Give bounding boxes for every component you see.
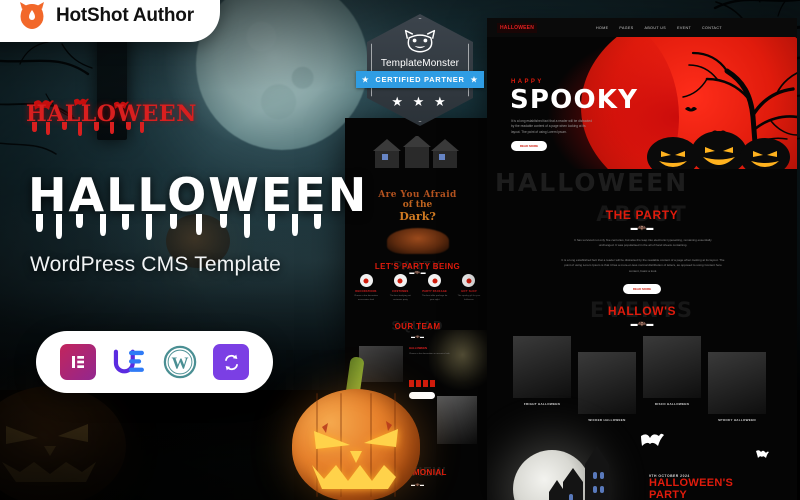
feature-text: The best terrifying set costumes party — [389, 295, 411, 301]
hero-pumpkins-icon — [647, 131, 790, 169]
title-drip-icon — [36, 214, 321, 240]
ribbon-label: CERTIFIED PARTNER — [375, 75, 465, 84]
feature-item[interactable]: COSTUMES The best terrifying set costume… — [385, 274, 415, 302]
event-label: DISCO HALLOWEEN — [654, 402, 690, 406]
event-card[interactable]: SPOOKY HALLOWEEN — [708, 352, 766, 423]
feature-icon — [462, 274, 476, 287]
poster-hands-image — [387, 228, 449, 254]
feature-title: DECORATIONS — [355, 290, 377, 293]
party-title-line2: PARTY — [649, 488, 687, 500]
haunted-castle-icon — [549, 446, 609, 500]
feature-list: DECORATIONS Choose a fun decoration acce… — [351, 274, 484, 302]
hero-section: HAPPY SPOOKY It is a long established fa… — [487, 37, 797, 169]
feature-item[interactable]: GIFT SHOP The spooky gift for your hallo… — [454, 274, 484, 302]
feature-title: GIFT SHOP — [461, 290, 477, 293]
update-arrows-icon[interactable] — [213, 344, 250, 380]
hero-title: SPOOKY — [510, 85, 639, 115]
nav-item-about[interactable]: ABOUT US — [645, 26, 667, 30]
event-photo — [578, 352, 636, 414]
team-paragraph: Choose a fun decoration accessories look — [409, 353, 450, 355]
party-invite-block: 9TH OCTOBER 2024 HALLOWEEN'S PARTY The r… — [649, 474, 733, 500]
flying-bat-small-icon — [756, 450, 769, 458]
badge-brand-name: TemplateMonster — [380, 58, 460, 69]
event-label: FRIGHT HALLOWEEN — [523, 402, 561, 406]
monster-face-icon — [404, 29, 436, 53]
page-title: HALLOWEEN — [28, 168, 369, 222]
team-subtitle: HALLOWEEN — [409, 346, 428, 350]
svg-text:W: W — [172, 354, 189, 373]
page-title-block: HALLOWEEN — [28, 168, 369, 240]
event-card[interactable]: WICKED HALLOWEEN — [578, 352, 636, 423]
hero-read-more-button[interactable]: READ MORE — [511, 141, 547, 151]
event-photo — [513, 336, 571, 398]
feature-icon — [428, 274, 442, 287]
nav-links[interactable]: HOME PAGES ABOUT US EVENT CONTACT — [596, 26, 722, 30]
flame-cat-icon — [18, 2, 46, 30]
nav-item-home[interactable]: HOME — [596, 26, 608, 30]
events-grid: FRIGHT HALLOWEEN WICKED HALLOWEEN DISCO … — [513, 336, 771, 423]
nav-item-event[interactable]: EVENT — [677, 26, 691, 30]
feature-title: COSTUMES — [392, 290, 409, 293]
feature-item[interactable]: DECORATIONS Choose a fun decoration acce… — [351, 274, 381, 302]
event-card[interactable]: DISCO HALLOWEEN — [643, 336, 701, 407]
brand-logo-text: HALLOWEEN — [26, 101, 197, 127]
bat-divider-about-icon: ▬​🦇​▬ — [630, 225, 654, 232]
ribbon-star-left: ★ — [361, 75, 370, 84]
feature-icon — [393, 274, 407, 287]
hero-paragraph: It is a long established fact that a rea… — [511, 119, 592, 134]
event-label: WICKED HALLOWEEN — [588, 418, 626, 422]
haunted-castle-image — [429, 330, 487, 392]
feature-text: Choose a fun decoration accessories look — [354, 295, 378, 301]
feature-icon — [359, 274, 373, 287]
hotshot-author-label: HotShot Author — [56, 5, 194, 26]
team-portrait-photo[interactable] — [437, 396, 477, 444]
page-subtitle: WordPress CMS Template — [30, 253, 282, 276]
wordpress-icon[interactable]: W — [162, 344, 199, 380]
event-photo — [708, 352, 766, 414]
hero-jack-o-lantern — [292, 356, 420, 500]
nav-item-pages[interactable]: PAGES — [619, 26, 633, 30]
screenshot-stage: Are You Afraid of the Dark? PARTY LET'S … — [0, 0, 800, 500]
party-title-line1: HALLOWEEN'S — [649, 477, 734, 489]
feature-text: The spooky gift for your halloween — [457, 295, 481, 301]
ribbon-star-right: ★ — [470, 75, 479, 84]
pumpkin-face-icon — [312, 421, 398, 489]
certified-partner-ribbon: ★ CERTIFIED PARTNER ★ — [356, 71, 484, 88]
jetelements-icon[interactable] — [110, 344, 147, 380]
haunted-houses-icon — [373, 136, 459, 168]
events-title: HALLOW'S — [607, 304, 677, 318]
event-card[interactable]: FRIGHT HALLOWEEN — [513, 336, 571, 407]
elementor-icon[interactable] — [59, 344, 96, 380]
bat-divider-events-icon: ▬​🦇​▬ — [630, 321, 654, 328]
brand-logo: HALLOWEEN — [26, 101, 197, 136]
plugin-badges: W — [36, 331, 273, 393]
hero-watermark: HALLOWEEN — [495, 168, 689, 197]
feature-text: The best offer package for your night — [421, 295, 448, 301]
team-copy: HALLOWEEN Choose a fun decoration access… — [409, 346, 459, 357]
about-read-more-button[interactable]: READ MORE — [623, 284, 661, 294]
templatemonster-badge: TemplateMonster ★ CERTIFIED PARTNER ★ ★ … — [356, 14, 484, 126]
section-events: EVENTS HALLOW'S — [487, 298, 797, 322]
about-paragraph-2: It is a long established fact that a rea… — [561, 258, 725, 273]
feature-item[interactable]: PARTY PACKAGE The best offer package for… — [420, 274, 450, 302]
mockup-right-page[interactable]: HALLOWEEN HOME PAGES ABOUT US EVENT CONT… — [487, 18, 797, 500]
feature-title: PARTY PACKAGE — [422, 290, 447, 293]
site-logo[interactable]: HALLOWEEN — [497, 22, 538, 33]
about-title: THE PARTY — [605, 208, 679, 222]
hotshot-author-badge: HotShot Author — [0, 0, 220, 42]
event-photo — [643, 336, 701, 398]
badge-stars: ★ ★ ★ — [391, 94, 449, 109]
about-paragraph-1: It has survived not only five centuries,… — [574, 238, 712, 248]
site-navbar[interactable]: HALLOWEEN HOME PAGES ABOUT US EVENT CONT… — [487, 18, 797, 37]
event-label: SPOOKY HALLOWEEN — [718, 418, 756, 422]
section-about: ABOUT THE PARTY — [487, 202, 797, 226]
nav-item-contact[interactable]: CONTACT — [702, 26, 722, 30]
flying-bat-icon — [641, 433, 664, 446]
